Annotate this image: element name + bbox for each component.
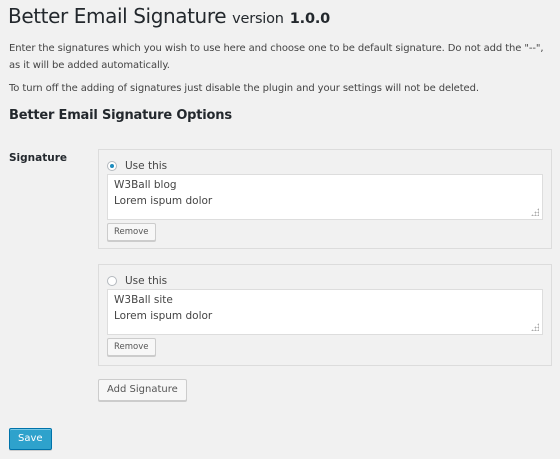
options-heading: Better Email Signature Options: [9, 108, 232, 123]
page-title: Better Email Signature version 1.0.0: [8, 4, 330, 28]
use-this-option-1[interactable]: Use this: [107, 159, 167, 173]
page-title-text: Better Email Signature: [8, 4, 227, 28]
add-signature-button[interactable]: Add Signature: [98, 379, 187, 401]
signature-line: W3Ball site: [114, 294, 173, 306]
use-this-option-2[interactable]: Use this: [107, 274, 167, 288]
signature-block-1: Use this W3Ball blog Lorem ispum dolor R…: [98, 149, 552, 249]
remove-button-1[interactable]: Remove: [107, 223, 156, 241]
version-number: 1.0.0: [289, 11, 331, 27]
save-button[interactable]: Save: [9, 428, 52, 450]
description-text: Enter the signatures which you wish to u…: [9, 43, 544, 71]
signature-textarea-1[interactable]: W3Ball blog Lorem ispum dolor: [107, 174, 543, 220]
radio-button-2[interactable]: [107, 276, 117, 286]
resize-handle-icon[interactable]: [531, 323, 539, 331]
use-this-label-1: Use this: [125, 160, 168, 172]
remove-button-2[interactable]: Remove: [107, 338, 156, 356]
use-this-label-2: Use this: [125, 275, 168, 287]
version-word: version: [232, 11, 284, 27]
signature-line: Lorem ispum dolor: [114, 309, 213, 322]
signature-line: Lorem ispum dolor: [114, 194, 213, 207]
resize-handle-icon[interactable]: [531, 208, 539, 216]
radio-button-1[interactable]: [107, 161, 117, 171]
disable-info-text: To turn off the adding of signatures jus…: [9, 83, 479, 94]
signature-label: Signature: [9, 152, 68, 164]
signature-textarea-2[interactable]: W3Ball site Lorem ispum dolor: [107, 289, 543, 335]
signature-block-2: Use this W3Ball site Lorem ispum dolor R…: [98, 264, 552, 366]
signature-line: W3Ball blog: [114, 179, 177, 191]
